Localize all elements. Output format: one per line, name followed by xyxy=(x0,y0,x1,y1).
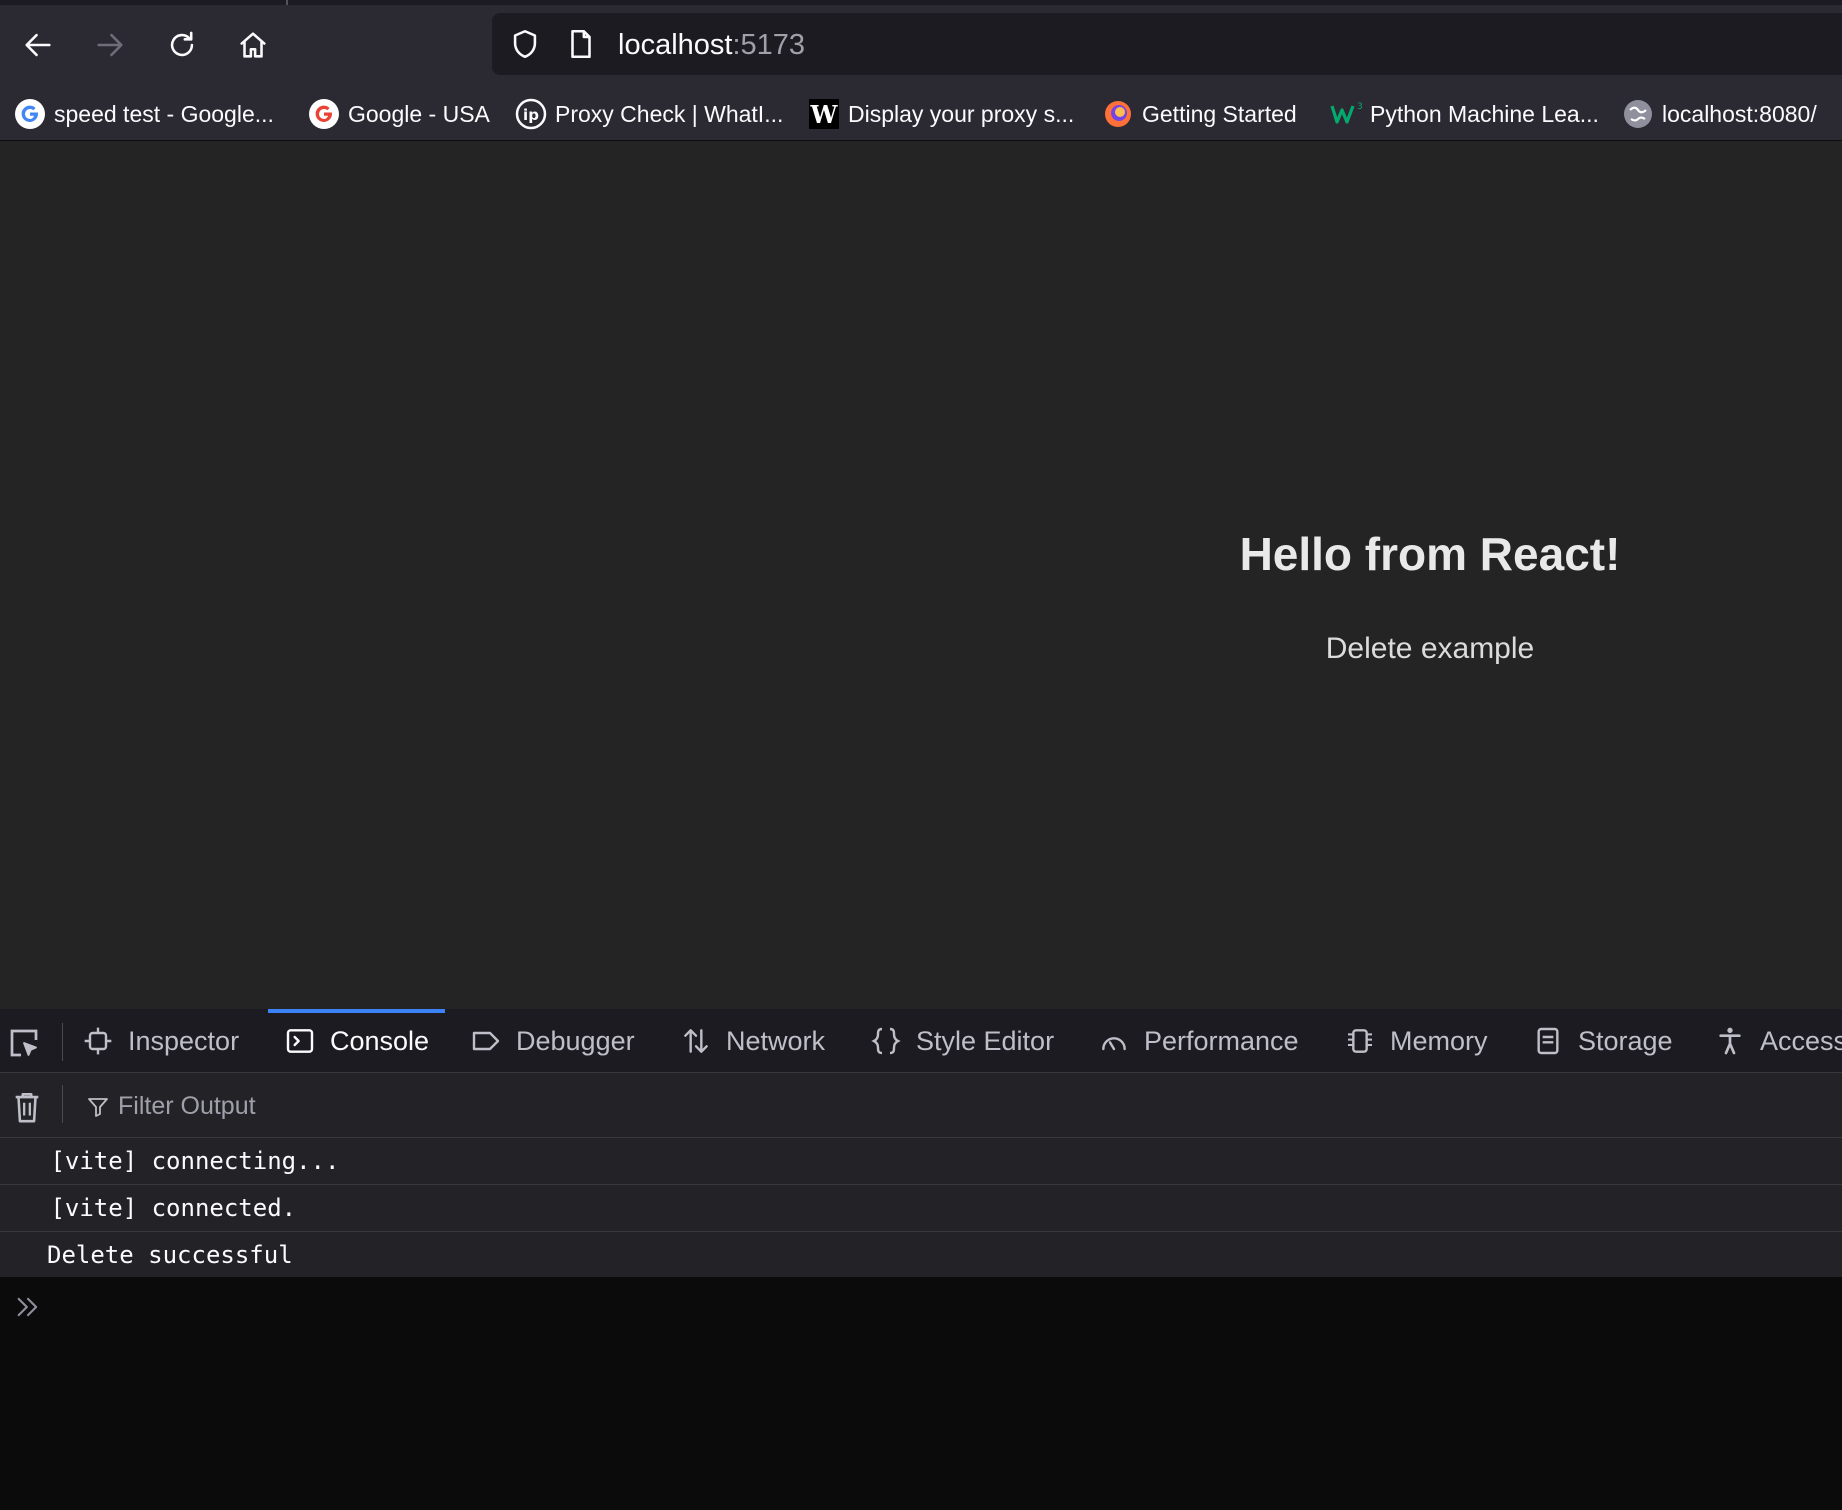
reload-icon xyxy=(170,31,194,57)
tab-label: Memory xyxy=(1390,1025,1488,1056)
console-input-area[interactable] xyxy=(0,1277,1842,1510)
devtools-panel: Inspector Console Debugger Network Style… xyxy=(0,1009,1842,1510)
tab-memory[interactable]: Memory xyxy=(1344,1009,1488,1073)
bookmark-display-proxy[interactable]: W Display your proxy s... xyxy=(808,94,1074,134)
reload-button[interactable] xyxy=(159,22,205,68)
trash-icon[interactable] xyxy=(12,1090,42,1124)
tab-label: Storage xyxy=(1578,1025,1673,1056)
log-message: [vite] connecting... xyxy=(36,1147,340,1175)
bookmark-label: Display your proxy s... xyxy=(848,100,1075,127)
home-icon xyxy=(240,32,266,58)
bookmark-label: Getting Started xyxy=(1142,100,1297,127)
style-editor-icon xyxy=(871,1027,901,1055)
performance-icon xyxy=(1102,1037,1126,1051)
tab-storage[interactable]: Storage xyxy=(1532,1009,1673,1073)
arrow-right-icon xyxy=(97,33,123,57)
memory-icon xyxy=(1348,1029,1372,1053)
home-button[interactable] xyxy=(230,22,276,68)
bookmark-speed-test[interactable]: speed test - Google... xyxy=(14,94,274,134)
svg-text:W: W xyxy=(810,100,839,129)
console-log-row[interactable]: Delete successful xyxy=(0,1232,1842,1279)
filter-output-input[interactable] xyxy=(118,1087,818,1125)
forward-button[interactable] xyxy=(87,22,133,68)
bookmark-label: Proxy Check | WhatI... xyxy=(555,100,784,127)
ip-icon: ip xyxy=(515,98,547,130)
bookmark-localhost-8080[interactable]: localhost:8080/ xyxy=(1622,94,1817,134)
google-icon xyxy=(14,98,46,130)
bookmark-label: Python Machine Lea... xyxy=(1370,100,1599,127)
tab-debugger[interactable]: Debugger xyxy=(470,1009,635,1073)
storage-icon xyxy=(1537,1027,1559,1055)
url-port: :5173 xyxy=(732,29,806,61)
back-button[interactable] xyxy=(15,22,61,68)
tab-label: Style Editor xyxy=(916,1025,1055,1056)
tab-label: Access xyxy=(1760,1025,1842,1056)
bookmark-getting-started[interactable]: Getting Started xyxy=(1102,94,1297,134)
tab-label: Network xyxy=(726,1025,826,1056)
chevron-double-right-icon xyxy=(17,1297,38,1317)
firefox-icon xyxy=(1102,98,1134,130)
log-message: Delete successful xyxy=(47,1241,293,1269)
url-bar[interactable]: localhost:5173 xyxy=(492,13,1842,75)
globe-icon xyxy=(1622,98,1654,130)
url-text[interactable]: localhost:5173 xyxy=(618,28,805,62)
w3-icon: 3 xyxy=(1330,98,1362,130)
tab-strip xyxy=(0,0,1842,5)
svg-text:ip: ip xyxy=(523,106,539,124)
page-heading: Hello from React! xyxy=(1239,528,1621,580)
tab-label: Console xyxy=(330,1025,430,1056)
browser-toolbar: localhost:5173 xyxy=(0,0,1842,90)
tab-network[interactable]: Network xyxy=(680,1009,825,1073)
bookmark-label: Google - USA xyxy=(348,100,490,127)
tab-label: Debugger xyxy=(516,1025,635,1056)
w-icon: W xyxy=(808,98,840,130)
tab-separator xyxy=(286,0,288,5)
url-host: localhost xyxy=(618,29,733,61)
tab-performance[interactable]: Performance xyxy=(1098,1009,1299,1073)
svg-text:3: 3 xyxy=(1357,102,1362,112)
bookmark-google-usa[interactable]: Google - USA xyxy=(308,94,490,134)
tab-style-editor[interactable]: Style Editor xyxy=(870,1009,1054,1073)
tab-separator xyxy=(62,1023,63,1061)
shield-icon[interactable] xyxy=(508,27,542,61)
console-icon xyxy=(286,1029,314,1053)
tab-label: Performance xyxy=(1144,1025,1299,1056)
element-picker-icon[interactable] xyxy=(6,1025,42,1061)
tab-accessibility[interactable]: Access xyxy=(1714,1009,1842,1073)
google-icon xyxy=(308,98,340,130)
inspector-icon xyxy=(84,1027,112,1055)
network-icon xyxy=(684,1029,708,1053)
bookmarks-toolbar: speed test - Google... Google - USA ip P… xyxy=(0,90,1842,141)
bookmark-label: localhost:8080/ xyxy=(1662,100,1817,127)
devtools-tabbar: Inspector Console Debugger Network Style… xyxy=(0,1009,1842,1073)
bookmark-proxy-check[interactable]: ip Proxy Check | WhatI... xyxy=(515,94,783,134)
tab-label: Inspector xyxy=(128,1025,240,1056)
bookmark-python-ml[interactable]: 3 Python Machine Lea... xyxy=(1330,94,1599,134)
filter-separator xyxy=(62,1085,63,1123)
page-subtitle: Delete example xyxy=(1325,632,1535,665)
arrow-left-icon xyxy=(25,33,51,57)
tab-console[interactable]: Console xyxy=(267,1009,446,1073)
debugger-icon xyxy=(472,1031,500,1051)
tab-inspector[interactable]: Inspector xyxy=(82,1009,239,1073)
console-log-row[interactable]: [vite] connected. xyxy=(0,1185,1842,1232)
accessibility-icon xyxy=(1719,1027,1741,1055)
console-filter-bar xyxy=(0,1073,1842,1138)
log-message: [vite] connected. xyxy=(36,1194,297,1222)
bookmark-label: speed test - Google... xyxy=(54,100,274,127)
filter-icon xyxy=(88,1098,108,1117)
console-log-row[interactable]: [vite] connecting... xyxy=(0,1138,1842,1185)
page-icon[interactable] xyxy=(564,27,598,61)
page-viewport: Hello from React! Delete example xyxy=(0,141,1842,1009)
